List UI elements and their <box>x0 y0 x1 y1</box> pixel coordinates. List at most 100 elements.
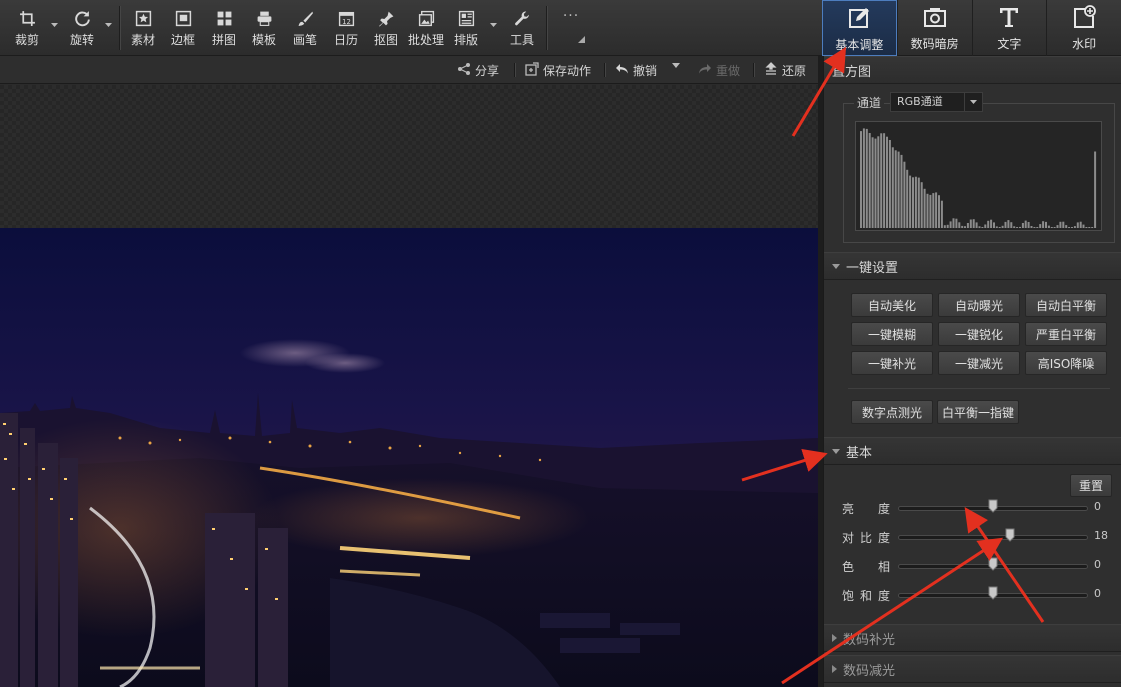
one-click-button[interactable]: 自动曝光 <box>938 293 1020 317</box>
rotate-tool[interactable]: 旋转 <box>62 0 102 56</box>
crop-tool[interactable]: 裁剪 <box>7 0 47 56</box>
histogram-bar <box>1042 221 1045 228</box>
fill-light-section-header[interactable]: 数码补光 <box>824 624 1121 652</box>
more-tools-button[interactable]: ··· <box>556 0 586 56</box>
slider-thumb[interactable] <box>988 586 998 600</box>
histogram-bar <box>1047 225 1050 228</box>
redo-button[interactable]: 重做 <box>698 56 740 84</box>
histogram-bar <box>981 227 984 228</box>
white-balance-picker-button[interactable]: 白平衡一指键 <box>937 400 1019 424</box>
expand-triangle-icon <box>832 263 840 269</box>
histogram-bar <box>995 226 998 228</box>
histogram-bar <box>1001 225 1004 228</box>
histogram-bar <box>926 193 929 228</box>
slider-row: 色相0 <box>824 556 1121 576</box>
reset-button[interactable]: 重置 <box>1070 474 1112 497</box>
cutout-tool[interactable]: 抠图 <box>367 0 405 56</box>
one-click-section-header[interactable]: 一键设置 <box>824 252 1121 280</box>
main-toolbar: 裁剪 旋转 素材 边框 拼图 模板 画笔 12 日历 抠图 批处理 排版 工具 … <box>0 0 822 56</box>
histogram-bar <box>897 151 900 228</box>
histogram-bar <box>1085 227 1088 228</box>
divider <box>848 388 1110 389</box>
channel-select[interactable]: RGB通道 <box>890 92 983 112</box>
template-icon <box>253 8 275 28</box>
tab-basic-adjust[interactable]: 基本调整 <box>822 0 897 56</box>
calendar-tool[interactable]: 12 日历 <box>327 0 365 56</box>
slider-label-char: 和 <box>860 589 873 603</box>
undo-history-chevron-down-icon[interactable] <box>672 56 686 84</box>
slider-track[interactable] <box>898 535 1088 540</box>
rotate-icon <box>71 8 93 28</box>
calendar-icon: 12 <box>335 8 357 28</box>
crop-chevron-down-icon[interactable] <box>50 20 59 30</box>
collage-tool[interactable]: 拼图 <box>205 0 243 56</box>
histogram-bar <box>993 222 995 228</box>
photo-preview[interactable] <box>0 228 818 687</box>
one-click-title: 一键设置 <box>846 260 899 276</box>
histogram-bar <box>917 177 920 228</box>
histogram-bar <box>1056 225 1059 228</box>
undo-icon <box>615 62 629 79</box>
tab-text[interactable]: 文字 <box>971 0 1047 56</box>
batch-tool[interactable]: 批处理 <box>405 0 447 56</box>
histogram-bar <box>903 161 906 228</box>
one-click-button[interactable]: 一键减光 <box>938 351 1020 375</box>
one-click-button[interactable]: 一键补光 <box>851 351 933 375</box>
tab-darkroom[interactable]: 数码暗房 <box>896 0 972 56</box>
share-label: 分享 <box>475 63 500 78</box>
histogram-bar <box>1036 227 1039 228</box>
one-click-button[interactable]: 自动白平衡 <box>1025 293 1107 317</box>
histogram-bar <box>860 131 862 228</box>
histogram-bar <box>1045 221 1047 228</box>
undo-button[interactable]: 撤销 <box>615 56 657 84</box>
basic-section-header[interactable]: 基本 <box>824 437 1121 465</box>
restore-button[interactable]: 还原 <box>764 56 806 84</box>
one-click-button[interactable]: 一键锐化 <box>938 322 1020 346</box>
reduce-light-title: 数码减光 <box>843 663 896 679</box>
canvas-area[interactable] <box>0 85 818 687</box>
histogram-bar <box>1091 227 1094 228</box>
toolbar-expand-icon[interactable] <box>578 32 585 46</box>
spot-metering-button[interactable]: 数字点测光 <box>851 400 933 424</box>
rotate-chevron-down-icon[interactable] <box>104 20 113 30</box>
brush-tool[interactable]: 画笔 <box>286 0 324 56</box>
layout-tool[interactable]: 排版 <box>447 0 485 56</box>
slider-label-char: 相 <box>878 560 891 574</box>
histogram-bar <box>1094 151 1097 228</box>
cutout-icon <box>375 8 397 28</box>
one-click-button[interactable]: 自动美化 <box>851 293 933 317</box>
share-button[interactable]: 分享 <box>457 56 499 84</box>
save-action-button[interactable]: 保存动作 <box>525 56 591 84</box>
undo-label: 撤销 <box>633 63 658 78</box>
toolbar-divider <box>119 6 120 50</box>
histogram-bar <box>955 218 958 228</box>
histogram-bar <box>964 226 966 228</box>
histogram-bar <box>862 128 865 228</box>
one-click-button[interactable]: 一键模糊 <box>851 322 933 346</box>
histogram-bar <box>966 223 969 228</box>
histogram-bar <box>883 133 886 228</box>
one-click-button[interactable]: 高ISO降噪 <box>1025 351 1107 375</box>
slider-thumb[interactable] <box>988 557 998 571</box>
text-icon <box>996 4 1022 33</box>
histogram-bar <box>932 193 935 228</box>
histogram-bar <box>900 154 903 228</box>
tab-watermark[interactable]: 水印 <box>1046 0 1121 56</box>
histogram-section-header[interactable]: 直方图 <box>824 56 1121 84</box>
one-click-button[interactable]: 严重白平衡 <box>1025 322 1107 346</box>
layout-chevron-down-icon[interactable] <box>489 20 498 30</box>
histogram-bar <box>958 222 961 228</box>
histogram-bar <box>912 177 914 228</box>
histogram-bar <box>891 147 894 228</box>
tab-darkroom-label: 数码暗房 <box>910 37 959 51</box>
tools-tool[interactable]: 工具 <box>502 0 542 56</box>
material-tool[interactable]: 素材 <box>124 0 162 56</box>
reduce-light-section-header[interactable]: 数码减光 <box>824 655 1121 683</box>
slider-thumb[interactable] <box>988 499 998 513</box>
histogram-bar <box>1079 221 1082 228</box>
slider-thumb[interactable] <box>1005 528 1015 542</box>
template-tool[interactable]: 模板 <box>245 0 283 56</box>
histogram-bar <box>888 140 891 228</box>
batch-label: 批处理 <box>407 33 444 47</box>
frame-tool[interactable]: 边框 <box>164 0 202 56</box>
